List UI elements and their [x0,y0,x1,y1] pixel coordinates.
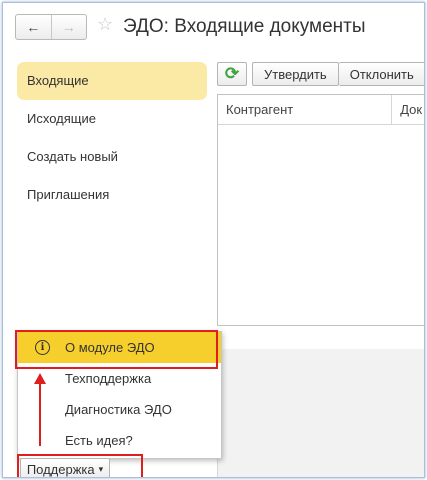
page-title: ЭДО: Входящие документы [123,16,366,37]
forward-arrow-icon[interactable]: → [50,15,87,39]
menu-item-diagnostics[interactable]: Диагностика ЭДО [18,394,221,425]
approve-reject-group: Утвердить Отклонить [252,62,424,86]
column-header-counterparty[interactable]: Контрагент [218,95,393,124]
menu-item-about-edo[interactable]: i О модуле ЭДО [18,332,221,363]
support-button[interactable]: Поддержка ▾ [20,458,110,477]
toolbar: ⟳ Утвердить Отклонить [217,62,424,86]
history-nav: ← → [15,14,87,40]
menu-item-tech-support[interactable]: Техподдержка [18,363,221,394]
column-header-document[interactable]: Док [392,95,424,124]
approve-button[interactable]: Утвердить [252,62,339,86]
table-header: Контрагент Док [218,95,424,125]
menu-item-label: О модуле ЭДО [65,340,155,355]
details-panel [217,349,424,477]
menu-item-have-idea[interactable]: Есть идея? [18,425,221,456]
sidebar-item-invitations[interactable]: Приглашения [17,176,207,214]
annotation-arrow-shaft [39,383,41,446]
documents-table: Контрагент Док [217,94,424,326]
support-button-label: Поддержка [26,461,95,477]
sidebar-item-create-new[interactable]: Создать новый [17,138,207,176]
app-window: ← → ☆ ЭДО: Входящие документы Входящие И… [2,2,425,478]
support-popup-menu: i О модуле ЭДО Техподдержка Диагностика … [17,331,222,459]
info-icon: i [35,340,50,355]
sidebar: Входящие Исходящие Создать новый Приглаш… [17,62,207,214]
refresh-icon[interactable]: ⟳ [217,62,247,86]
reject-button[interactable]: Отклонить [338,62,424,86]
sidebar-item-incoming[interactable]: Входящие [17,62,207,100]
chevron-down-icon: ▾ [98,463,104,474]
annotation-arrow-up-icon [34,373,46,384]
back-arrow-icon[interactable]: ← [16,15,51,39]
sidebar-item-outgoing[interactable]: Исходящие [17,100,207,138]
favorite-star-icon[interactable]: ☆ [97,14,113,35]
